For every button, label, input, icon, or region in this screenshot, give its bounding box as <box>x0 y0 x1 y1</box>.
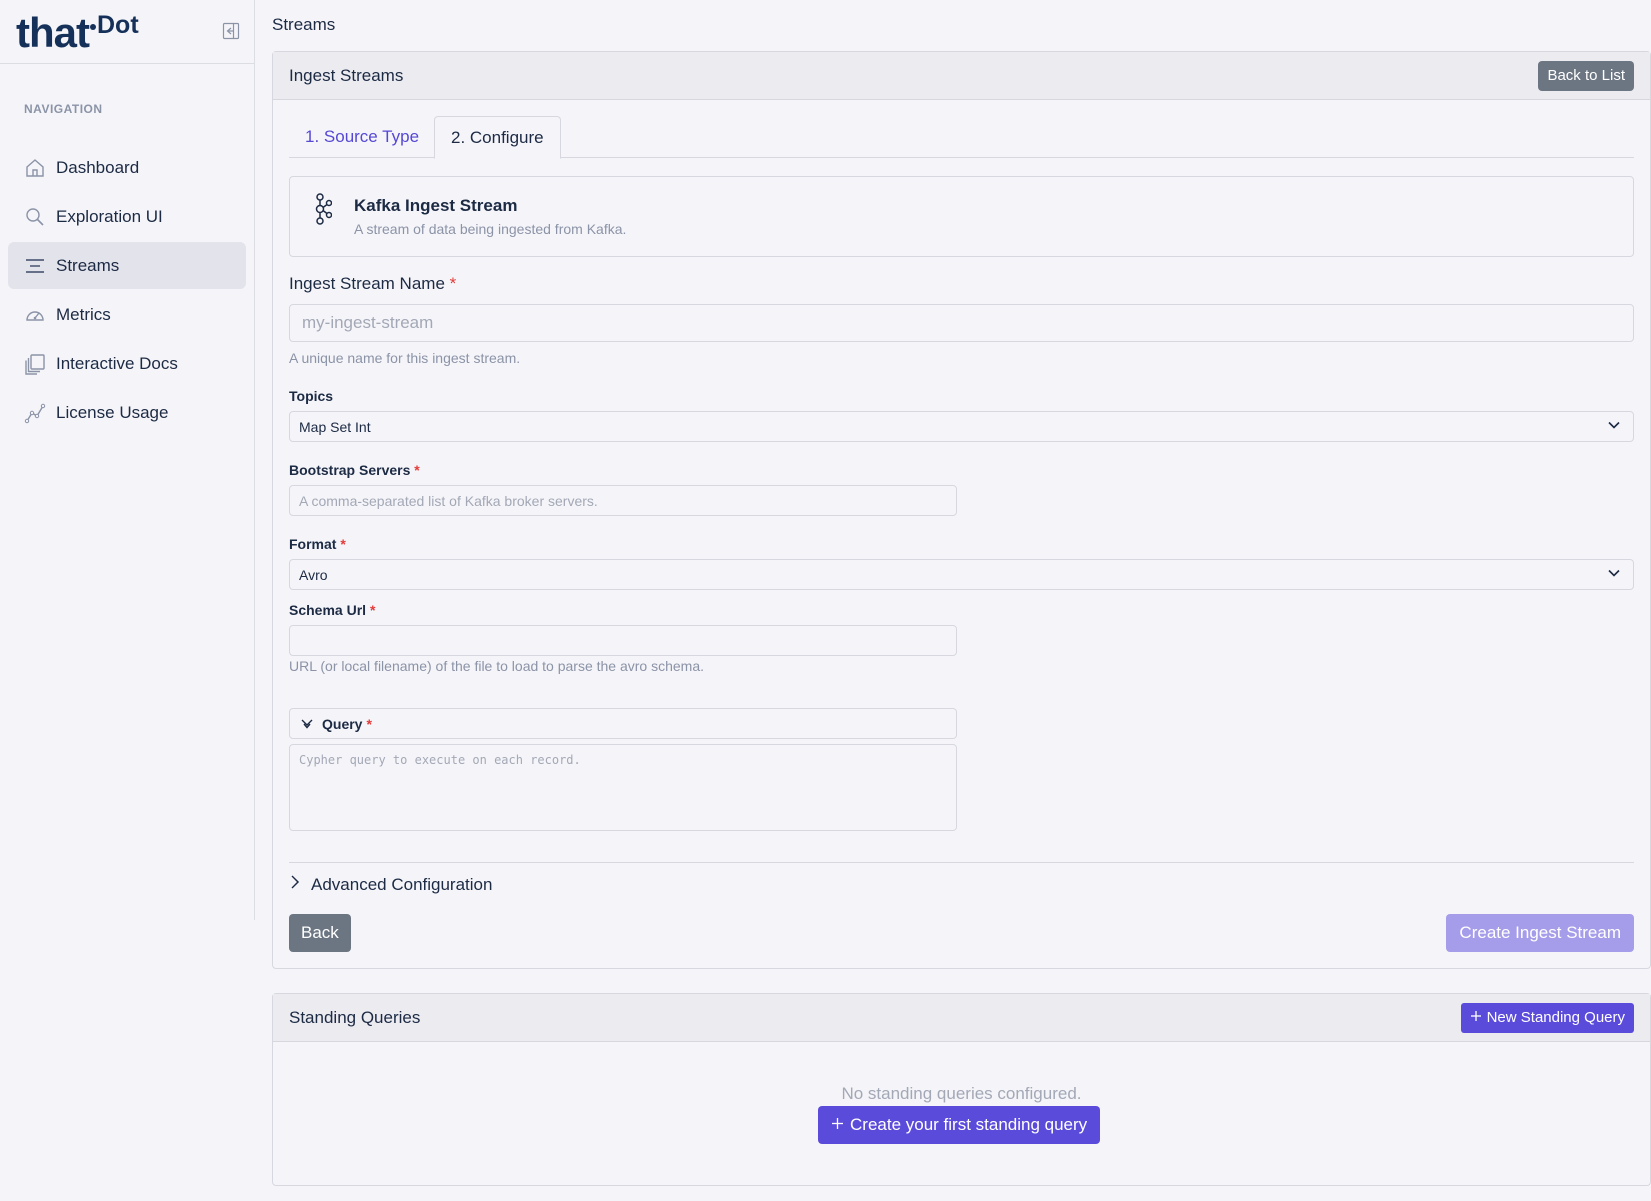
collapse-sidebar-icon[interactable] <box>222 22 240 40</box>
kafka-icon <box>308 193 333 230</box>
logo-row: that Dot <box>0 0 254 64</box>
empty-state-message: No standing queries configured. <box>841 1084 1082 1103</box>
schema-url-label: Schema Url * <box>289 602 375 618</box>
tab-source-type[interactable]: 1. Source Type <box>289 116 435 158</box>
required-mark: * <box>366 715 372 732</box>
sidebar-item-interactive-docs[interactable]: Interactive Docs <box>8 340 246 387</box>
create-first-standing-query-button[interactable]: Create your first standing query <box>818 1106 1101 1144</box>
stream-name-label: Ingest Stream Name * <box>289 274 456 294</box>
ingest-streams-card: Ingest Streams Back to List 1. Source Ty… <box>272 51 1651 969</box>
docs-icon <box>24 353 46 375</box>
input-placeholder: A comma-separated list of Kafka broker s… <box>299 492 598 509</box>
query-textarea[interactable]: Cypher query to execute on each record. <box>289 744 957 831</box>
card-title: Standing Queries <box>289 1007 421 1027</box>
search-icon <box>24 206 46 228</box>
source-type-summary: Kafka Ingest Stream A stream of data bei… <box>289 176 1634 257</box>
wizard-tabs: 1. Source Type 2. Configure <box>289 116 1634 159</box>
nav-list: Dashboard Exploration UI Streams Metrics… <box>0 144 254 436</box>
sidebar-item-label: Exploration UI <box>56 206 163 226</box>
stream-name-help: A unique name for this ingest stream. <box>289 350 521 366</box>
field-label-text: Query <box>322 715 363 732</box>
sidebar-item-label: License Usage <box>56 402 169 422</box>
chevron-down-icon <box>1607 566 1621 583</box>
sidebar-item-label: Metrics <box>56 304 111 324</box>
standing-queries-card: Standing Queries New Standing Query No s… <box>272 993 1651 1186</box>
sidebar-item-label: Interactive Docs <box>56 353 178 373</box>
required-mark: * <box>414 462 420 478</box>
ingest-card-header: Ingest Streams Back to List <box>273 52 1650 100</box>
source-description: A stream of data being ingested from Kaf… <box>354 221 627 237</box>
button-label: New Standing Query <box>1486 1009 1625 1026</box>
back-to-list-button[interactable]: Back to List <box>1538 60 1634 91</box>
sidebar-item-license-usage[interactable]: License Usage <box>8 389 246 436</box>
field-label-text: Bootstrap Servers <box>289 462 411 478</box>
plus-icon <box>831 1115 844 1135</box>
chart-line-icon <box>24 402 46 424</box>
thatdot-logo[interactable]: that Dot <box>16 12 139 54</box>
logo-dot <box>90 24 96 30</box>
advanced-configuration-toggle[interactable]: Advanced Configuration <box>289 874 492 895</box>
sidebar-item-metrics[interactable]: Metrics <box>8 291 246 338</box>
sidebar-item-exploration-ui[interactable]: Exploration UI <box>8 193 246 240</box>
chevron-down-icon <box>1607 418 1621 435</box>
textarea-placeholder: Cypher query to execute on each record. <box>299 753 581 767</box>
field-label-text: Schema Url <box>289 602 367 618</box>
input-placeholder: my-ingest-stream <box>302 313 434 332</box>
nav-section-header: NAVIGATION <box>24 102 103 116</box>
streams-icon <box>24 255 46 277</box>
chevron-double-down-icon <box>300 718 314 730</box>
tab-configure[interactable]: 2. Configure <box>434 116 561 159</box>
chevron-double-right-icon <box>289 874 303 895</box>
logo-sup: Dot <box>97 11 139 39</box>
required-mark: * <box>449 274 457 293</box>
section-divider <box>289 862 1634 863</box>
required-mark: * <box>369 602 376 618</box>
field-label-text: Ingest Stream Name <box>289 274 445 293</box>
card-title: Ingest Streams <box>289 65 404 85</box>
home-icon <box>24 157 46 179</box>
bootstrap-servers-input[interactable]: A comma-separated list of Kafka broker s… <box>289 485 957 516</box>
gauge-icon <box>24 304 46 326</box>
bootstrap-servers-label: Bootstrap Servers * <box>289 462 420 478</box>
select-value: Map Set Int <box>299 418 371 435</box>
field-label-text: Topics <box>289 388 334 404</box>
sidebar-item-streams[interactable]: Streams <box>8 242 246 289</box>
breadcrumb[interactable]: Streams <box>272 15 335 35</box>
required-mark: * <box>340 536 346 552</box>
sidebar-item-label: Dashboard <box>56 157 140 177</box>
logo-that: that <box>16 9 90 56</box>
schema-url-input[interactable] <box>289 625 957 656</box>
sidebar: that Dot NAVIGATION Dashboard Exploratio… <box>0 0 255 920</box>
query-section-toggle[interactable]: Query * <box>289 708 957 739</box>
plus-icon <box>1470 1009 1482 1026</box>
format-select[interactable]: Avro <box>289 559 1634 590</box>
field-label-text: Format <box>289 536 337 552</box>
schema-url-help: URL (or local filename) of the file to l… <box>289 658 705 674</box>
stream-name-input[interactable]: my-ingest-stream <box>289 304 1634 342</box>
source-title: Kafka Ingest Stream <box>354 196 518 215</box>
sidebar-item-dashboard[interactable]: Dashboard <box>8 144 246 191</box>
button-label: Create your first standing query <box>850 1115 1088 1134</box>
back-button[interactable]: Back <box>289 914 351 952</box>
topics-label: Topics <box>289 388 333 404</box>
sidebar-item-label: Streams <box>56 255 120 275</box>
format-label: Format * <box>289 536 346 552</box>
topics-select[interactable]: Map Set Int <box>289 411 1634 442</box>
create-ingest-stream-button[interactable]: Create Ingest Stream <box>1446 914 1634 952</box>
advanced-label: Advanced Configuration <box>311 874 493 894</box>
select-value: Avro <box>299 566 328 583</box>
new-standing-query-button[interactable]: New Standing Query <box>1460 1002 1634 1033</box>
standing-card-header: Standing Queries New Standing Query <box>273 994 1650 1042</box>
